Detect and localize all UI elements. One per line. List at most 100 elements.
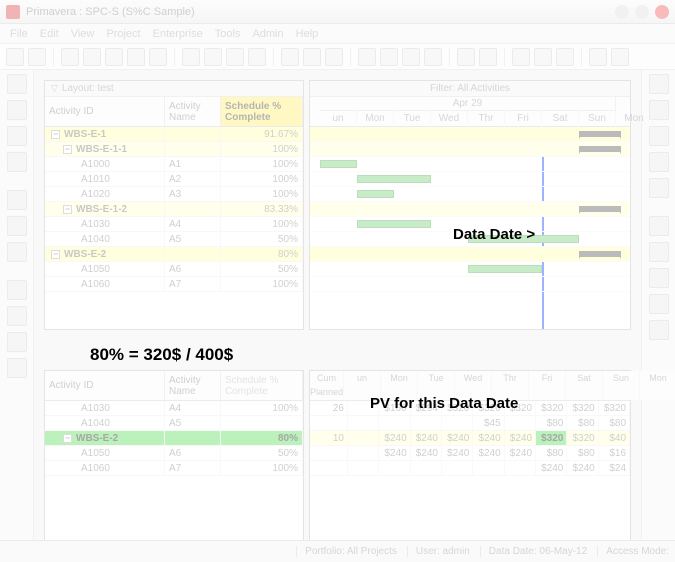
pv-col-cum[interactable]: Cum Planned [310,371,344,400]
activity-row[interactable]: A1050A650% [45,446,303,461]
collapse-icon[interactable]: − [63,205,72,214]
activity-bar[interactable] [468,265,542,273]
menu-view[interactable]: View [71,28,95,40]
lb-btn[interactable] [7,280,27,300]
menu-help[interactable]: Help [296,28,319,40]
tb-btn[interactable] [149,48,167,66]
collapse-icon[interactable]: − [63,434,72,443]
lb-btn[interactable] [7,242,27,262]
lb-btn[interactable] [7,126,27,146]
col-activity-name[interactable]: Activity Name [165,371,221,400]
wbs-row[interactable]: −WBS-E-1-1100% [45,142,303,157]
activity-row[interactable]: A1050A650% [45,262,303,277]
tb-btn[interactable] [248,48,266,66]
collapse-icon[interactable]: − [51,130,60,139]
preview-icon[interactable] [28,48,46,66]
col-schedule-pct[interactable]: Schedule % Complete [221,371,303,400]
gantt-row [310,202,630,217]
close-button[interactable] [655,5,669,19]
lb-btn[interactable] [7,152,27,172]
filter-icon[interactable] [457,48,475,66]
menu-file[interactable]: File [10,28,28,40]
tb-btn[interactable] [556,48,574,66]
zoom-out-icon[interactable] [611,48,629,66]
minimize-button[interactable] [615,5,629,19]
activity-row[interactable]: A1040A550% [45,232,303,247]
print-icon[interactable] [6,48,24,66]
tb-btn[interactable] [380,48,398,66]
lb-btn[interactable] [7,74,27,94]
paste-icon[interactable] [649,178,669,198]
collapse-icon[interactable]: − [51,250,60,259]
collapse-icon[interactable]: − [63,145,72,154]
layout-label[interactable]: ▽Layout: test [45,81,303,97]
activity-row[interactable]: A1030A4100% [45,217,303,232]
pv-row[interactable]: $240$240$24 [310,461,630,476]
activity-bar[interactable] [357,175,431,183]
tb-btn[interactable] [127,48,145,66]
filter-label[interactable]: Filter: All Activities [310,81,630,97]
maximize-button[interactable] [635,5,649,19]
wbs-row[interactable]: −WBS-E-1-283.33% [45,202,303,217]
cell-schedule-pct: 100% [221,461,303,475]
menu-enterprise[interactable]: Enterprise [153,28,203,40]
lb-btn[interactable] [7,216,27,236]
col-activity-id[interactable]: Activity ID [45,97,165,126]
activity-row[interactable]: A1020A3100% [45,187,303,202]
rb-btn[interactable] [649,294,669,314]
tb-btn[interactable] [479,48,497,66]
col-activity-id[interactable]: Activity ID [45,371,165,400]
pv-row[interactable]: 10$240$240$240$240$240$320$320$40 [310,431,630,446]
rb-btn[interactable] [649,268,669,288]
tb-btn[interactable] [182,48,200,66]
tb-btn[interactable] [281,48,299,66]
tb-btn[interactable] [226,48,244,66]
tb-btn[interactable] [424,48,442,66]
copy-icon[interactable] [649,152,669,172]
add-icon[interactable] [649,74,669,94]
activity-bar[interactable] [357,220,431,228]
tb-btn[interactable] [512,48,530,66]
rb-btn[interactable] [649,242,669,262]
cut-icon[interactable] [649,126,669,146]
menu-admin[interactable]: Admin [252,28,283,40]
col-activity-name[interactable]: Activity Name [165,97,221,126]
tb-btn[interactable] [105,48,123,66]
activity-row[interactable]: A1060A7100% [45,461,303,476]
lb-btn[interactable] [7,190,27,210]
menu-edit[interactable]: Edit [40,28,59,40]
tb-btn[interactable] [61,48,79,66]
col-schedule-pct[interactable]: Schedule % Complete [221,97,303,126]
tb-btn[interactable] [83,48,101,66]
activity-row[interactable]: A1040A5 [45,416,303,431]
tb-btn[interactable] [534,48,552,66]
gantt-row [310,277,630,292]
pv-cell [411,461,442,475]
rb-btn[interactable] [649,216,669,236]
activity-bar[interactable] [357,190,394,198]
lb-btn[interactable] [7,358,27,378]
zoom-in-icon[interactable] [589,48,607,66]
activity-row[interactable]: A1010A2100% [45,172,303,187]
tb-btn[interactable] [204,48,222,66]
tb-btn[interactable] [303,48,321,66]
wbs-row[interactable]: −WBS-E-191.67% [45,127,303,142]
activity-row[interactable]: A1060A7100% [45,277,303,292]
menu-tools[interactable]: Tools [215,28,241,40]
lb-btn[interactable] [7,100,27,120]
lb-btn[interactable] [7,306,27,326]
menu-project[interactable]: Project [106,28,140,40]
lb-btn[interactable] [7,332,27,352]
activity-bar[interactable] [320,160,357,168]
activity-row[interactable]: A1030A4100% [45,401,303,416]
tb-btn[interactable] [402,48,420,66]
tb-btn[interactable] [358,48,376,66]
activity-row[interactable]: A1000A1100% [45,157,303,172]
rb-btn[interactable] [649,320,669,340]
pv-cell [473,461,504,475]
wbs-row[interactable]: −WBS-E-280% [45,247,303,262]
pv-row[interactable]: $45$80$80$80 [310,416,630,431]
pv-row[interactable]: $240$240$240$240$240$80$80$16 [310,446,630,461]
wbs-row[interactable]: −WBS-E-280% [45,431,303,446]
tb-btn[interactable] [325,48,343,66]
